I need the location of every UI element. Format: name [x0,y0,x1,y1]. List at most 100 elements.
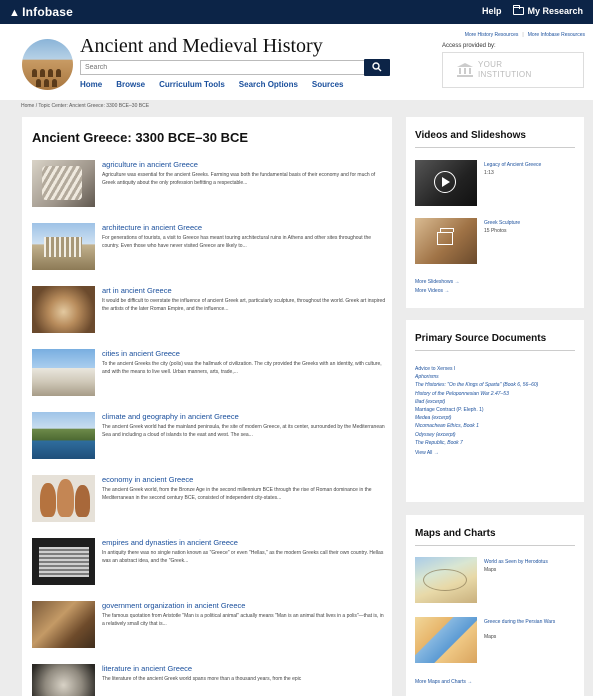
colosseum-logo-image[interactable] [22,39,73,90]
topic-description: Agriculture was essential for the ancien… [102,172,376,186]
document-link[interactable]: Aphorisms [415,373,580,381]
site-title[interactable]: Ancient and Medieval History [80,35,323,58]
topic-title-link[interactable]: cities in ancient Greece [102,349,180,358]
document-link[interactable]: The Histories: "On the Kings of Sparta" … [415,381,580,389]
search-icon [372,62,382,72]
list-item: empires and dynasties in ancient Greece … [32,538,386,596]
topic-description: In antiquity there was no single nation … [102,550,384,564]
more-maps-link[interactable]: More Maps and Charts → [415,679,472,685]
infobase-logo[interactable]: ▲ Infobase [9,5,73,19]
infobase-logo-icon: ▲ [9,7,21,19]
topic-thumbnail[interactable] [32,412,95,459]
view-all-documents-link[interactable]: View All → [415,449,580,457]
site-header: Ancient and Medieval History Home Browse… [0,24,593,100]
divider [415,545,575,546]
nav-browse[interactable]: Browse [116,80,145,89]
topic-title-link[interactable]: art in ancient Greece [102,286,172,295]
list-item: government organization in ancient Greec… [32,601,386,659]
nav-home[interactable]: Home [80,80,102,89]
topic-thumbnail[interactable] [32,223,95,270]
top-bar: ▲ Infobase Help My Research [0,0,593,24]
topic-thumbnail[interactable] [32,349,95,396]
videos-card: Videos and Slideshows Legacy of Ancient … [406,117,584,308]
map-thumbnail[interactable] [415,617,477,663]
breadcrumb[interactable]: Home / Topic Center: Ancient Greece: 330… [21,103,149,109]
slideshow-icon [437,228,454,245]
topic-title-link[interactable]: economy in ancient Greece [102,475,193,484]
top-nav: Help My Research [482,5,583,16]
topic-thumbnail[interactable] [32,664,95,696]
topic-title-link[interactable]: climate and geography in ancient Greece [102,412,239,421]
slideshow-thumbnail[interactable] [415,218,477,264]
topic-thumbnail[interactable] [32,538,95,585]
list-item: literature in ancient Greece The literat… [32,664,386,696]
map-title-link[interactable]: Greece during the Persian Wars [484,619,580,626]
topic-thumbnail[interactable] [32,160,95,207]
folder-icon [513,5,525,15]
more-history-resources-link[interactable]: More History Resources [465,32,519,38]
utility-links: More History Resources | More Infobase R… [465,32,585,38]
topic-description: The ancient Greek world had the mainland… [102,424,385,438]
more-slideshows-link[interactable]: More Slideshows → [415,279,459,285]
map-type: Maps [484,634,497,640]
document-link[interactable]: Medea (excerpt) [415,414,580,422]
topic-title-link[interactable]: government organization in ancient Greec… [102,601,245,610]
list-item: economy in ancient Greece The ancient Gr… [32,475,386,533]
topic-description: It would be difficult to overstate the i… [102,298,386,312]
videos-heading: Videos and Slideshows [415,130,526,141]
document-link[interactable]: Iliad (excerpt) [415,398,580,406]
slideshow-count: 15 Photos [484,228,507,234]
document-link[interactable]: The Republic, Book 7 [415,439,580,447]
document-link[interactable]: Advice to Xerxes I [415,365,580,373]
search-input[interactable] [80,60,366,75]
documents-card: Primary Source Documents Advice to Xerxe… [406,320,584,502]
topic-list-card: Ancient Greece: 3300 BCE–30 BCE agricult… [22,117,392,696]
nav-sources[interactable]: Sources [312,80,344,89]
document-link[interactable]: Marriage Contract (P. Eleph. 1) [415,406,580,414]
slideshow-item[interactable]: Greek Sculpture 15 Photos [415,218,580,264]
slideshow-title-link[interactable]: Greek Sculpture [484,220,580,227]
institution-bank-icon [457,63,473,77]
map-item[interactable]: World as Seen by Herodotus Maps [415,557,580,603]
topic-title-link[interactable]: agriculture in ancient Greece [102,160,198,169]
maps-heading: Maps and Charts [415,528,496,539]
list-item: climate and geography in ancient Greece … [32,412,386,470]
topic-title-link[interactable]: architecture in ancient Greece [102,223,202,232]
document-link[interactable]: History of the Peloponnesian War 2.47–53 [415,390,580,398]
topic-description: The ancient Greek world, from the Bronze… [102,487,372,501]
topic-thumbnail[interactable] [32,286,95,333]
institution-line2: INSTITUTION [478,70,532,79]
separator: | [522,32,524,38]
map-item[interactable]: Greece during the Persian Wars Maps [415,617,580,663]
institution-line1: YOUR [478,60,503,69]
list-item: architecture in ancient Greece For gener… [32,223,386,281]
video-thumbnail[interactable] [415,160,477,206]
document-link[interactable]: Nicomachean Ethics, Book 1 [415,422,580,430]
access-provided-label: Access provided by: [442,43,496,49]
map-thumbnail[interactable] [415,557,477,603]
divider [415,350,575,351]
search-button[interactable] [364,59,390,76]
more-infobase-resources-link[interactable]: More Infobase Resources [528,32,585,38]
topic-thumbnail[interactable] [32,475,95,522]
topic-title-link[interactable]: empires and dynasties in ancient Greece [102,538,238,547]
video-item[interactable]: Legacy of Ancient Greece 1:13 [415,160,580,206]
nav-curriculum-tools[interactable]: Curriculum Tools [159,80,225,89]
video-title-link[interactable]: Legacy of Ancient Greece [484,162,580,169]
document-link[interactable]: Odyssey (excerpt) [415,431,580,439]
more-videos-link[interactable]: More Videos → [415,288,449,294]
nav-search-options[interactable]: Search Options [239,80,298,89]
list-item: cities in ancient Greece To the ancient … [32,349,386,407]
divider [415,147,575,148]
video-duration: 1:13 [484,170,494,176]
list-item: art in ancient Greece It would be diffic… [32,286,386,344]
topic-description: For generations of tourists, a visit to … [102,235,372,249]
topic-title-link[interactable]: literature in ancient Greece [102,664,192,673]
topic-description: The famous quotation from Aristotle "Man… [102,613,384,627]
map-title-link[interactable]: World as Seen by Herodotus [484,559,580,566]
page-title: Ancient Greece: 3300 BCE–30 BCE [32,130,249,145]
map-type: Maps [484,567,497,573]
help-link[interactable]: Help [482,6,502,16]
topic-thumbnail[interactable] [32,601,95,648]
my-research-link[interactable]: My Research [513,5,583,16]
